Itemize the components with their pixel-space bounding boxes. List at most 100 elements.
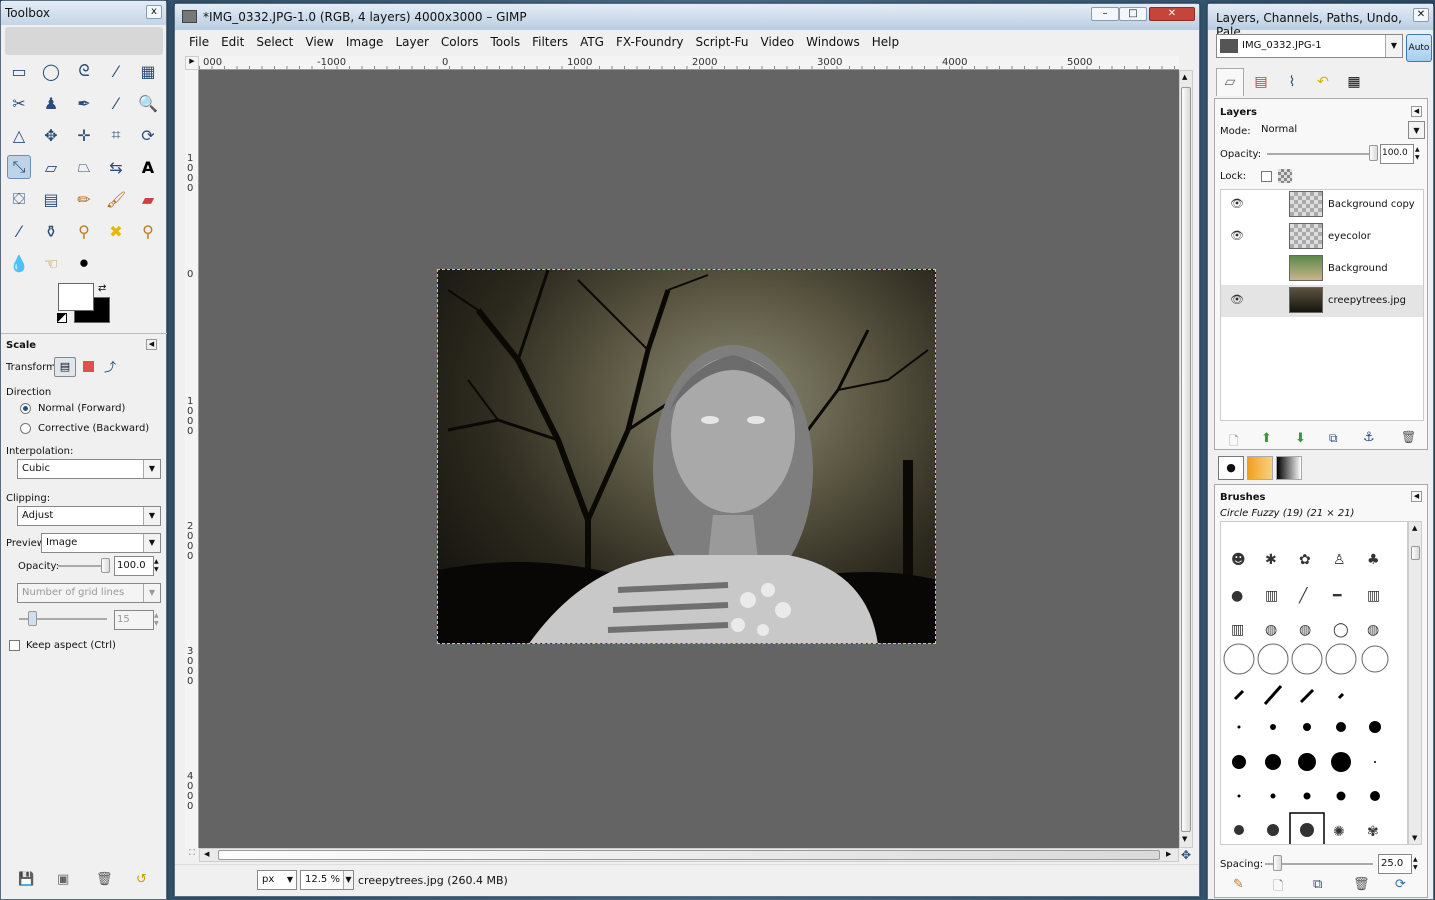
align-icon[interactable]: ✛ <box>72 123 96 147</box>
grid-spin-icon[interactable]: ▲ ▼ <box>154 612 159 628</box>
dock-close-button[interactable]: ✕ <box>1413 8 1429 22</box>
dodge-burn-icon[interactable]: ⚫ <box>72 251 96 275</box>
menu-select[interactable]: Select <box>250 32 299 52</box>
zoom-select[interactable]: 12.5 % ▼ <box>300 870 354 890</box>
tab-paths[interactable]: ⌇ <box>1278 70 1306 96</box>
tab-undo[interactable]: ↶ <box>1309 70 1337 96</box>
rotate-icon[interactable]: ⟳ <box>136 123 160 147</box>
layer-row[interactable]: Background <box>1221 253 1423 285</box>
airbrush-icon[interactable]: ⁄ <box>7 219 31 243</box>
menu-file[interactable]: File <box>183 32 215 52</box>
mode-select[interactable]: Normal ▼ <box>1257 121 1425 141</box>
menu-view[interactable]: View <box>299 32 339 52</box>
layer-opacity-slider[interactable] <box>1267 153 1375 155</box>
swap-colors-icon[interactable]: ⇄ <box>98 283 106 294</box>
pencil-icon[interactable]: ✏ <box>72 187 96 211</box>
spacing-input[interactable]: 25.0 <box>1378 854 1412 874</box>
crop-icon[interactable]: ⌗ <box>104 123 128 147</box>
reset-options-icon[interactable]: ↺ <box>136 872 147 887</box>
transform-selection-icon[interactable] <box>83 361 94 372</box>
scroll-up-icon[interactable]: ▲ <box>1182 73 1187 81</box>
brush-scrollbar[interactable]: ▲ ▼ <box>1408 521 1422 845</box>
tab-gradients[interactable] <box>1276 456 1302 480</box>
fuzzy-select-icon[interactable]: ⁄ <box>104 59 128 83</box>
clone-icon[interactable]: ⚲ <box>72 219 96 243</box>
layer-row[interactable]: 👁 eyecolor <box>1221 221 1423 253</box>
brush-scroll-thumb[interactable] <box>1411 546 1420 560</box>
blur-icon[interactable]: 💧 <box>7 251 31 275</box>
menu-atg[interactable]: ATG <box>574 32 610 52</box>
layers-menu-icon[interactable]: ◀ <box>1411 106 1422 117</box>
eraser-icon[interactable]: ▰ <box>136 187 160 211</box>
menu-tools[interactable]: Tools <box>485 32 527 52</box>
brushes-menu-icon[interactable]: ◀ <box>1411 491 1422 502</box>
canvas-area[interactable] <box>199 70 1179 848</box>
maximize-button[interactable]: □ <box>1119 7 1147 21</box>
color-picker-icon[interactable]: ⁄ <box>104 91 128 115</box>
tab-palettes[interactable]: ▦ <box>1340 70 1368 96</box>
ink-icon[interactable]: ⚱ <box>39 219 63 243</box>
opacity-slider-thumb[interactable] <box>101 558 110 573</box>
menu-help[interactable]: Help <box>866 32 905 52</box>
delete-options-icon[interactable]: 🗑 <box>96 872 113 887</box>
shear-icon[interactable]: ▱ <box>39 155 63 179</box>
delete-layer-icon[interactable]: 🗑 <box>1401 430 1416 444</box>
perspective-icon[interactable]: ⏢ <box>72 155 96 179</box>
auto-button[interactable]: Auto <box>1406 34 1432 62</box>
heal-icon[interactable]: ✖ <box>104 219 128 243</box>
tab-brushes[interactable]: ● <box>1218 456 1244 480</box>
lock-pixels-checkbox[interactable] <box>1261 171 1272 182</box>
layer-opacity-thumb[interactable] <box>1369 145 1378 161</box>
minimize-button[interactable]: – <box>1091 7 1119 21</box>
spacing-spin-icon[interactable]: ▲ ▼ <box>1413 856 1418 872</box>
opacity-spin-icon[interactable]: ▲ ▼ <box>154 558 159 574</box>
color-select-icon[interactable]: ▦ <box>136 59 160 83</box>
delete-brush-icon[interactable]: 🗑 <box>1353 877 1370 892</box>
scroll-right-icon[interactable]: ▶ <box>1166 850 1171 858</box>
blend-icon[interactable]: ▤ <box>39 187 63 211</box>
foreground-color-swatch[interactable] <box>58 283 94 311</box>
spacing-slider-thumb[interactable] <box>1273 855 1282 871</box>
menu-filters[interactable]: Filters <box>526 32 574 52</box>
paths-icon[interactable]: ✒ <box>72 91 96 115</box>
foreground-select-icon[interactable]: ♟ <box>39 91 63 115</box>
rect-select-icon[interactable]: ▭ <box>7 59 31 83</box>
anchor-layer-icon[interactable]: ⚓ <box>1363 430 1375 445</box>
menu-layer[interactable]: Layer <box>389 32 434 52</box>
default-colors-icon[interactable] <box>57 313 67 323</box>
lasso-select-icon[interactable]: ᘓ <box>72 59 96 83</box>
grid-slider-thumb[interactable] <box>28 611 37 626</box>
menu-video[interactable]: Video <box>755 32 801 52</box>
edit-brush-icon[interactable]: ✎ <box>1233 877 1244 892</box>
flip-icon[interactable]: ⇆ <box>104 155 128 179</box>
smudge-icon[interactable]: ☜ <box>39 251 63 275</box>
layer-row-selected[interactable]: 👁 creepytrees.jpg <box>1221 285 1423 317</box>
tab-layers[interactable]: ▱ <box>1216 68 1244 96</box>
layer-opacity-input[interactable]: 100.0 <box>1380 144 1414 164</box>
restore-options-icon[interactable]: ▣ <box>57 872 69 887</box>
scissors-icon[interactable]: ✂ <box>7 91 31 115</box>
menu-edit[interactable]: Edit <box>215 32 250 52</box>
close-button[interactable]: ✕ <box>1149 7 1195 21</box>
new-layer-icon[interactable]: 🗋 <box>1229 432 1239 453</box>
tab-channels[interactable]: ▤ <box>1247 70 1275 96</box>
scroll-down-icon[interactable]: ▼ <box>1182 835 1187 843</box>
duplicate-layer-icon[interactable]: ⧉ <box>1329 431 1338 446</box>
opacity-input[interactable]: 100.0 <box>114 556 154 576</box>
paintbrush-icon[interactable]: 🖌 <box>104 187 128 211</box>
image-canvas[interactable] <box>437 269 936 644</box>
navigate-icon[interactable]: ✥ <box>1179 848 1193 862</box>
tab-patterns[interactable] <box>1247 456 1273 480</box>
lower-layer-icon[interactable]: ⬇ <box>1295 431 1306 446</box>
bucket-fill-icon[interactable]: ⛋ <box>7 187 31 211</box>
zoom-icon[interactable]: 🔍 <box>136 91 160 115</box>
menu-fx-foundry[interactable]: FX-Foundry <box>610 32 690 52</box>
quick-mask-corner[interactable]: ▶ <box>185 56 199 70</box>
lock-alpha-icon[interactable] <box>1278 169 1292 183</box>
refresh-brushes-icon[interactable]: ⟳ <box>1395 877 1406 892</box>
brush-grid[interactable]: ☻ ✱ ✿ ♙ ♣ ● ▥ ╱ ━ ▥ ▥ ◍ ◍ ◯ ◍ ✺ ✾ <box>1220 521 1408 845</box>
keep-aspect-checkbox[interactable] <box>9 640 20 651</box>
preview-select[interactable]: Image ▼ <box>41 533 161 553</box>
horizontal-scroll-thumb[interactable] <box>218 850 1160 860</box>
zoom-fit-icon[interactable]: ⛶ <box>185 848 199 862</box>
